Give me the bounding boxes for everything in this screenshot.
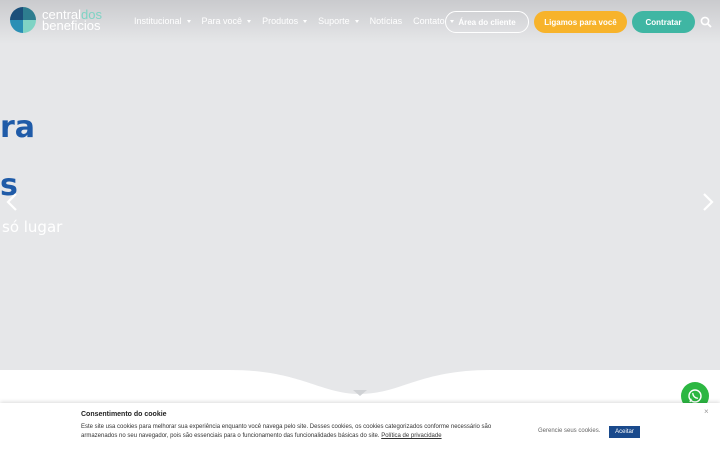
privacy-policy-link[interactable]: Política de privacidade bbox=[381, 433, 441, 439]
site-header: centraldos beneficios Institucional Para… bbox=[0, 0, 720, 44]
nav-item-suporte[interactable]: Suporte bbox=[318, 16, 359, 26]
nav-item-para-voce[interactable]: Para você bbox=[202, 16, 252, 26]
chevron-right-icon bbox=[703, 193, 714, 211]
ligamos-para-voce-button[interactable]: Ligamos para você bbox=[534, 11, 627, 33]
hero-slider: ra s só lugar bbox=[0, 0, 720, 370]
nav-item-label: Para você bbox=[201, 16, 243, 26]
nav-item-label: Contato bbox=[413, 16, 445, 26]
nav-item-label: Institucional bbox=[134, 16, 182, 26]
section-wave-divider bbox=[0, 360, 720, 404]
search-icon[interactable] bbox=[700, 16, 712, 28]
scroll-down-icon[interactable] bbox=[353, 390, 367, 396]
contratar-button[interactable]: Contratar bbox=[632, 11, 695, 33]
logo-word-beneficios: beneficios bbox=[42, 18, 101, 33]
slider-next-button[interactable] bbox=[700, 190, 716, 214]
nav-item-label: Produtos bbox=[262, 16, 299, 26]
hero-headline-line-1: ra bbox=[0, 110, 36, 145]
hero-subtitle: só lugar bbox=[2, 218, 63, 236]
caret-down-icon bbox=[186, 19, 191, 23]
logo-mark-icon bbox=[10, 7, 36, 33]
slider-prev-button[interactable] bbox=[4, 190, 20, 214]
logo-wordmark: centraldos beneficios bbox=[42, 8, 102, 33]
nav-item-label: Notícias bbox=[369, 16, 403, 26]
caret-down-icon bbox=[354, 19, 359, 23]
main-nav: Institucional Para você Produtos Suporte… bbox=[134, 16, 465, 26]
brand-logo[interactable]: centraldos beneficios bbox=[10, 7, 102, 33]
close-icon[interactable]: × bbox=[704, 407, 709, 416]
cookie-consent-banner: Consentimento do cookie Este site usa co… bbox=[0, 403, 720, 450]
cookie-title: Consentimento do cookie bbox=[81, 411, 167, 418]
nav-item-noticias[interactable]: Notícias bbox=[370, 16, 403, 26]
area-cliente-button[interactable]: Área do cliente bbox=[445, 11, 529, 33]
nav-item-produtos[interactable]: Produtos bbox=[262, 16, 308, 26]
accept-cookies-button[interactable]: Aceitar bbox=[609, 426, 640, 438]
whatsapp-icon bbox=[688, 389, 702, 403]
caret-down-icon bbox=[247, 19, 252, 23]
nav-item-institucional[interactable]: Institucional bbox=[134, 16, 191, 26]
manage-cookies-link[interactable]: Gerencie seus cookies. bbox=[538, 428, 600, 434]
caret-down-icon bbox=[303, 19, 308, 23]
chevron-left-icon bbox=[6, 193, 17, 211]
cookie-description: Este site usa cookies para melhorar sua … bbox=[81, 423, 521, 441]
nav-item-label: Suporte bbox=[318, 16, 350, 26]
